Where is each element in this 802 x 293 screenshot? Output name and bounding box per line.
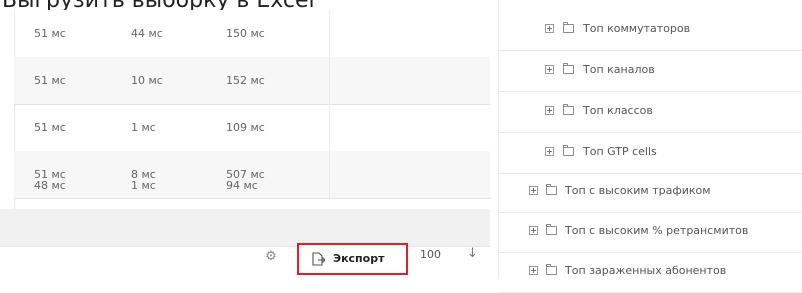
tree-item-label: Топ с высоким % ретрансмитов	[565, 224, 749, 237]
tree-item-label: Топ коммутаторов	[583, 22, 691, 35]
tree-item-label: Топ классов	[583, 104, 653, 117]
expand-icon[interactable]	[529, 226, 538, 235]
gear-icon[interactable]: ⚙	[264, 250, 278, 264]
tree-item-label: Топ каналов	[583, 63, 655, 76]
tree-item-top-channels[interactable]: Топ каналов	[499, 51, 802, 92]
table-cell: 10 мс	[131, 74, 163, 87]
folder-icon	[546, 224, 557, 235]
tree-item-label: Топ с высоким трафиком	[565, 184, 711, 197]
table-row[interactable]: 48 мс 1 мс 94 мс	[14, 162, 490, 210]
folder-icon	[563, 104, 574, 115]
table-row[interactable]: 51 мс 1 мс 109 мс	[14, 104, 490, 152]
table-toolbar: ⚙ Экспорт 100 ↓	[0, 236, 490, 278]
table-cell: 44 мс	[131, 27, 163, 40]
expand-icon[interactable]	[545, 147, 554, 156]
column-divider	[329, 10, 330, 200]
table-cell: 51 мс	[34, 74, 66, 87]
table-cell: 1 мс	[131, 121, 156, 134]
expand-icon[interactable]	[545, 24, 554, 33]
tree-item-top-classes[interactable]: Топ классов	[499, 92, 802, 133]
tree-item-high-retransmits[interactable]: Топ с высоким % ретрансмитов	[499, 212, 802, 253]
table-cell: 150 мс	[226, 27, 265, 40]
table-cell: 152 мс	[226, 74, 265, 87]
table-row[interactable]: 51 мс 10 мс 152 мс	[14, 57, 490, 105]
export-button[interactable]: Экспорт	[297, 243, 408, 275]
folder-icon	[546, 264, 557, 275]
table-cell: 48 мс	[34, 179, 66, 192]
table-cell: 51 мс	[34, 121, 66, 134]
table-cell: 1 мс	[131, 179, 156, 192]
expand-icon[interactable]	[545, 106, 554, 115]
page-size-select[interactable]: 100	[420, 248, 441, 261]
folder-icon	[563, 22, 574, 33]
tree-item-top-gtp-cells[interactable]: Топ GTP cells	[499, 133, 802, 174]
expand-icon[interactable]	[545, 65, 554, 74]
tree-item-label: Топ зараженных абонентов	[565, 264, 727, 277]
report-tree: Топ коммутаторов Топ каналов Топ классов…	[498, 0, 802, 293]
table-cell: 51 мс	[34, 27, 66, 40]
arrow-down-icon[interactable]: ↓	[467, 246, 478, 261]
folder-icon	[563, 145, 574, 156]
tree-item-high-traffic[interactable]: Топ с высоким трафиком	[499, 172, 802, 213]
table-row[interactable]: 51 мс 44 мс 150 мс	[14, 10, 490, 58]
table-cell: 94 мс	[226, 179, 258, 192]
export-file-icon	[312, 252, 325, 266]
table-cell: 109 мс	[226, 121, 265, 134]
expand-icon[interactable]	[529, 266, 538, 275]
expand-icon[interactable]	[529, 186, 538, 195]
folder-icon	[546, 184, 557, 195]
tree-item-label: Топ GTP cells	[583, 145, 657, 158]
tree-item-infected-subscribers[interactable]: Топ зараженных абонентов	[499, 252, 802, 293]
folder-icon	[563, 63, 574, 74]
export-button-label: Экспорт	[333, 252, 385, 265]
tree-item-top-switches[interactable]: Топ коммутаторов	[499, 10, 802, 51]
